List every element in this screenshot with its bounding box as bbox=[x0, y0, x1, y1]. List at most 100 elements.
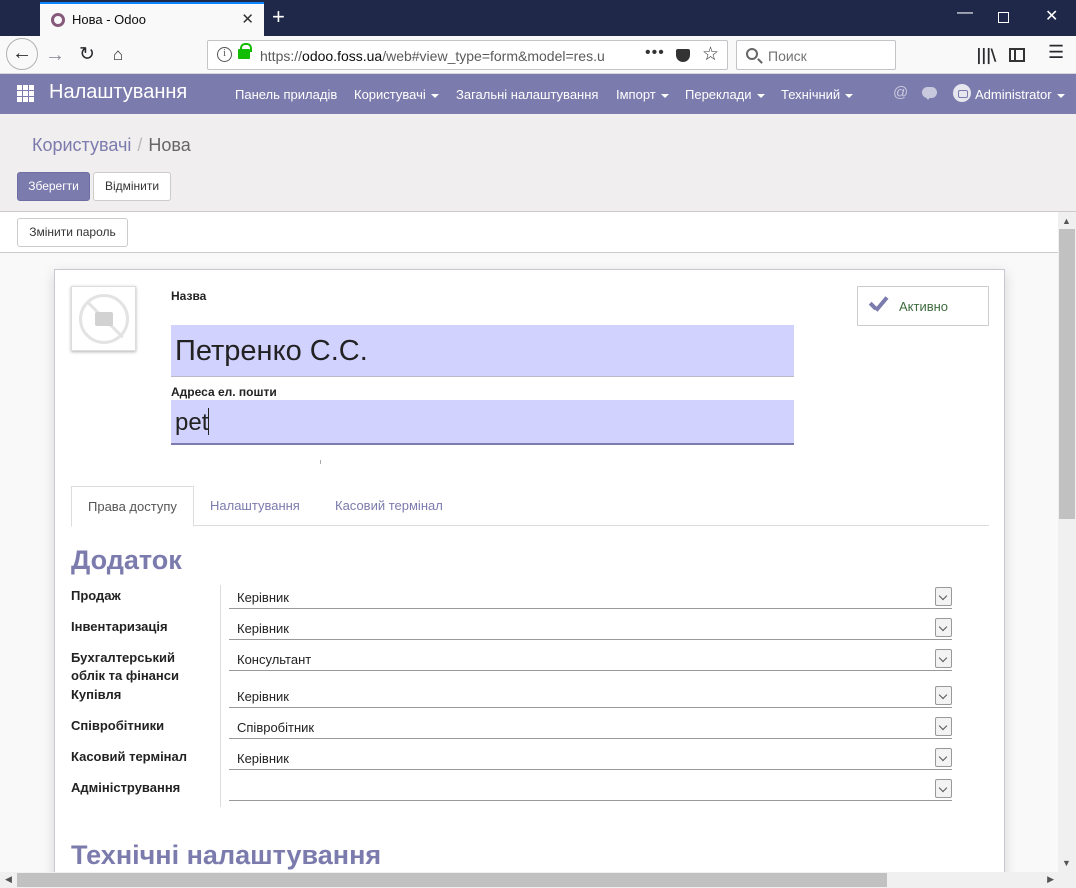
active-toggle-button[interactable]: Активно bbox=[857, 286, 989, 326]
form-view: Змінити пароль Назва Петренко С.С. Адрес… bbox=[0, 212, 1058, 872]
new-tab-button[interactable]: + bbox=[272, 4, 285, 30]
site-info-icon[interactable]: i bbox=[217, 47, 232, 62]
active-label: Активно bbox=[899, 299, 949, 314]
sidebar-icon[interactable] bbox=[1009, 48, 1025, 62]
scroll-down-icon[interactable]: ▼ bbox=[1062, 858, 1071, 868]
user-menu[interactable]: Administrator bbox=[975, 87, 1065, 102]
select-arrow-icon[interactable] bbox=[935, 717, 952, 736]
perm-select-employees[interactable]: Співробітник bbox=[229, 714, 952, 739]
page-actions-icon[interactable]: ••• bbox=[645, 44, 665, 62]
perm-label-purchase: Купівля bbox=[71, 687, 122, 702]
window-minimize-button[interactable]: — bbox=[957, 4, 973, 22]
email-field[interactable]: pet bbox=[171, 400, 794, 445]
select-arrow-icon[interactable] bbox=[935, 618, 952, 637]
perm-label-accounting: Бухгалтерський облік та фінанси bbox=[71, 650, 179, 683]
perm-select-inventory[interactable]: Керівник bbox=[229, 615, 952, 640]
window-close-button[interactable]: ✕ bbox=[1045, 6, 1058, 26]
pocket-icon[interactable] bbox=[676, 49, 690, 62]
vertical-scrollbar[interactable]: ▲ ▼ bbox=[1058, 212, 1076, 872]
url-text[interactable]: https://odoo.foss.ua/web#view_type=form&… bbox=[260, 48, 615, 64]
url-bar[interactable]: i https://odoo.foss.ua/web#view_type=for… bbox=[207, 40, 728, 70]
caret-down-icon bbox=[845, 93, 854, 98]
scroll-up-icon[interactable]: ▲ bbox=[1062, 216, 1071, 226]
perm-label-inventory: Інвентаризація bbox=[71, 619, 168, 634]
divider-mark bbox=[320, 460, 321, 464]
name-field[interactable]: Петренко С.С. bbox=[171, 325, 794, 377]
caret-down-icon bbox=[430, 93, 439, 98]
back-button[interactable]: ← bbox=[6, 38, 38, 70]
select-arrow-icon[interactable] bbox=[935, 748, 952, 767]
perm-select-pos[interactable]: Керівник bbox=[229, 745, 952, 770]
browser-search-input[interactable]: Поиск bbox=[736, 40, 896, 70]
tab-point-of-sale[interactable]: Касовий термінал bbox=[319, 486, 459, 526]
menu-technical[interactable]: Технічний bbox=[781, 87, 854, 102]
text-cursor bbox=[208, 408, 210, 435]
select-arrow-icon[interactable] bbox=[935, 649, 952, 668]
tab-title: Нова - Odoo bbox=[72, 12, 146, 27]
section-application: Додаток bbox=[71, 545, 182, 575]
breadcrumb-separator: / bbox=[137, 135, 143, 155]
lock-icon bbox=[238, 43, 252, 59]
home-button[interactable]: ⌂ bbox=[103, 40, 133, 70]
form-statusbar: Змінити пароль bbox=[0, 212, 1058, 253]
menu-users[interactable]: Користувачі bbox=[354, 87, 439, 102]
tab-access-rights[interactable]: Права доступу bbox=[71, 486, 194, 527]
breadcrumb-current: Нова bbox=[148, 135, 191, 155]
select-arrow-icon[interactable] bbox=[935, 587, 952, 606]
notebook-tabs: Права доступу Налаштування Касовий термі… bbox=[71, 486, 989, 527]
browser-titlebar: Нова - Odoo ✕ + — ✕ bbox=[0, 0, 1076, 36]
reload-button[interactable]: ↻ bbox=[72, 40, 102, 70]
perm-select-administration[interactable] bbox=[229, 776, 952, 801]
browser-toolbar: ← → ↻ ⌂ i https://odoo.foss.ua/web#view_… bbox=[0, 36, 1076, 74]
scrollbar-corner bbox=[1058, 872, 1076, 888]
select-arrow-icon[interactable] bbox=[935, 779, 952, 798]
caret-down-icon bbox=[1056, 93, 1065, 98]
scroll-left-icon[interactable]: ◀ bbox=[5, 874, 12, 885]
email-label: Адреса ел. пошти bbox=[171, 385, 277, 399]
caret-down-icon bbox=[756, 93, 765, 98]
menu-dashboard[interactable]: Панель приладів bbox=[235, 87, 337, 102]
apps-grid-icon[interactable] bbox=[17, 85, 34, 102]
tab-preferences[interactable]: Налаштування bbox=[194, 486, 316, 526]
search-icon bbox=[746, 48, 758, 60]
vertical-scroll-thumb[interactable] bbox=[1059, 229, 1075, 519]
user-avatar[interactable] bbox=[953, 84, 971, 102]
horizontal-scrollbar[interactable]: ◀ ▶ bbox=[0, 872, 1058, 888]
caret-down-icon bbox=[660, 93, 669, 98]
scroll-right-icon[interactable]: ▶ bbox=[1047, 874, 1054, 885]
odoo-favicon-icon bbox=[51, 13, 65, 27]
name-label: Назва bbox=[171, 289, 207, 303]
forward-button[interactable]: → bbox=[40, 40, 70, 70]
mentions-icon[interactable]: @ bbox=[893, 84, 908, 101]
perm-label-pos: Касовий термінал bbox=[71, 749, 188, 764]
no-photo-icon bbox=[79, 294, 129, 344]
perm-select-purchase[interactable]: Керівник bbox=[229, 683, 952, 708]
menu-general-settings[interactable]: Загальні налаштування bbox=[456, 87, 598, 102]
tab-close-icon[interactable]: ✕ bbox=[241, 10, 254, 28]
perm-select-accounting[interactable]: Консультант bbox=[229, 646, 952, 671]
search-placeholder: Поиск bbox=[768, 48, 807, 64]
perm-select-sales[interactable]: Керівник bbox=[229, 584, 952, 609]
horizontal-scroll-thumb[interactable] bbox=[17, 873, 887, 887]
perm-label-administration: Адміністрування bbox=[71, 780, 181, 795]
user-photo[interactable] bbox=[71, 286, 136, 351]
menu-translations[interactable]: Переклади bbox=[685, 87, 765, 102]
hamburger-menu-icon[interactable]: ☰ bbox=[1048, 42, 1064, 63]
perm-label-employees: Співробітники bbox=[71, 718, 165, 733]
library-icon[interactable]: |||\ bbox=[976, 45, 996, 64]
select-arrow-icon[interactable] bbox=[935, 686, 952, 705]
section-technical: Технічні налаштування bbox=[71, 840, 382, 870]
breadcrumb-users-link[interactable]: Користувачі bbox=[32, 135, 131, 155]
odoo-main-navbar: Налаштування Панель приладів Користувачі… bbox=[0, 74, 1076, 114]
browser-tab[interactable]: Нова - Odoo ✕ bbox=[40, 2, 264, 36]
menu-import[interactable]: Імпорт bbox=[616, 87, 669, 102]
save-button[interactable]: Зберегти bbox=[17, 172, 90, 201]
chat-icon[interactable] bbox=[922, 87, 937, 100]
window-maximize-button[interactable] bbox=[998, 12, 1009, 23]
discard-button[interactable]: Відмінити bbox=[93, 172, 171, 201]
perm-label-sales: Продаж bbox=[71, 588, 121, 603]
change-password-button[interactable]: Змінити пароль bbox=[17, 218, 128, 247]
app-title[interactable]: Налаштування bbox=[49, 81, 187, 104]
check-icon bbox=[868, 296, 888, 312]
bookmark-star-icon[interactable]: ☆ bbox=[702, 43, 719, 66]
